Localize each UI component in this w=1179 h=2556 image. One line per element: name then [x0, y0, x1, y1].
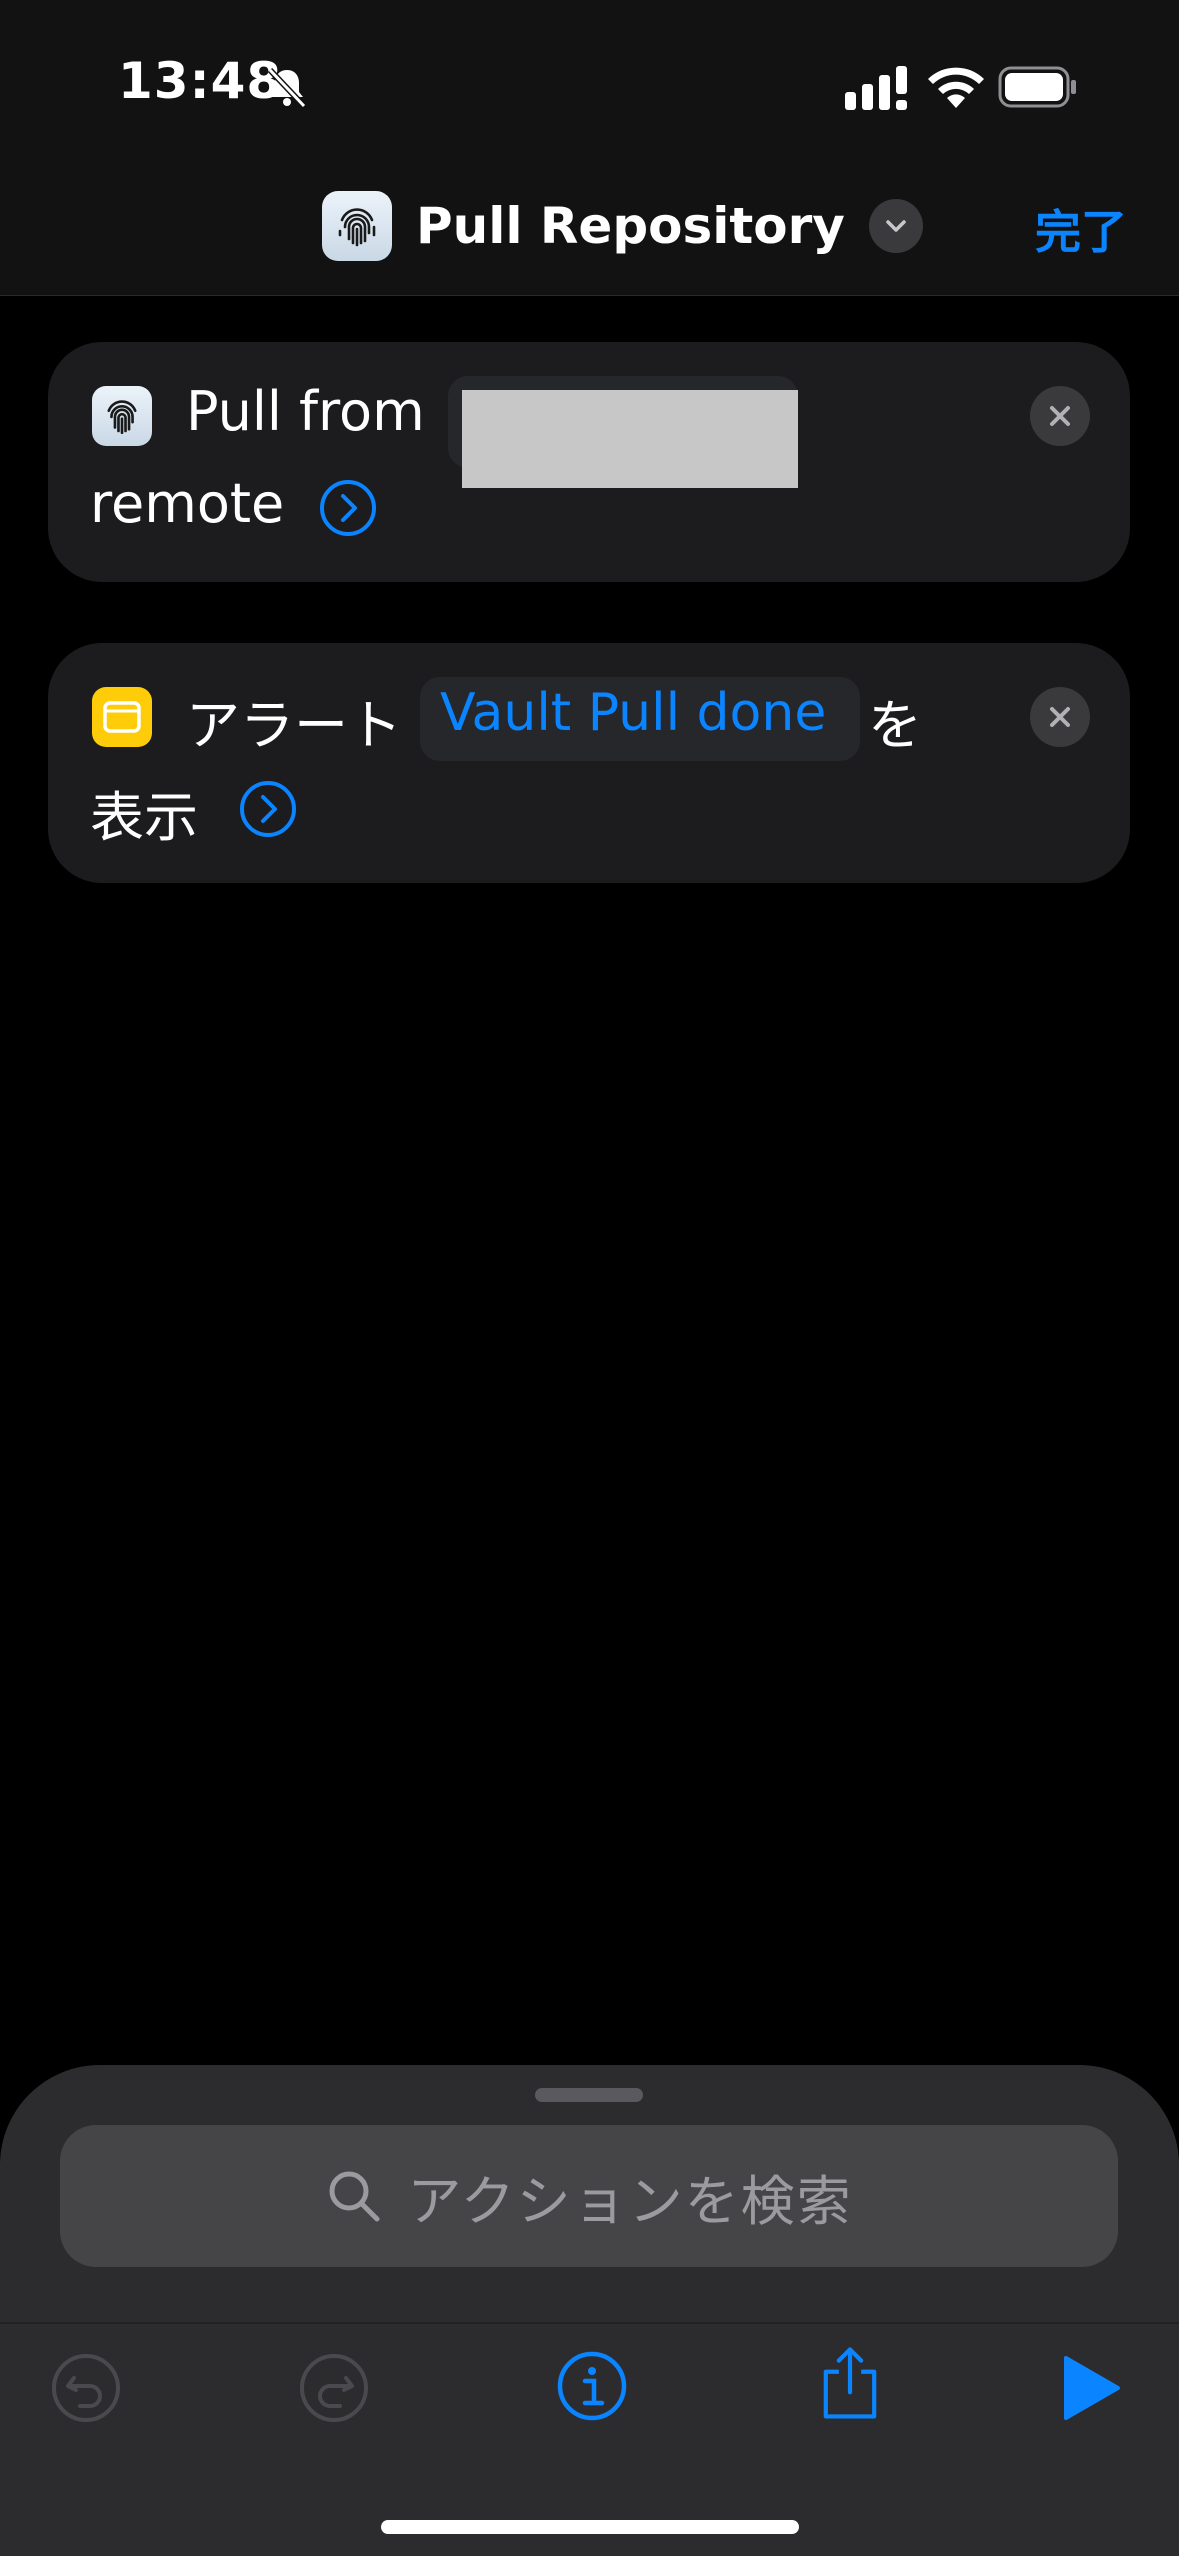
action-label: Pull from [186, 380, 425, 443]
info-icon[interactable] [552, 2346, 632, 2426]
sheet-grabber[interactable] [535, 2088, 643, 2102]
share-icon[interactable] [810, 2342, 890, 2422]
undo-icon[interactable] [46, 2348, 126, 2428]
action-label-suffix: 表示 [90, 786, 198, 849]
remove-action-button[interactable] [1030, 687, 1090, 747]
search-placeholder: アクションを検索 [407, 2169, 853, 2233]
chevron-right-circle-icon[interactable] [318, 478, 378, 538]
play-icon[interactable] [1050, 2348, 1130, 2428]
action-card-alert[interactable]: アラート Vault Pull done を 表示 [48, 643, 1130, 883]
search-input[interactable]: アクションを検索 [60, 2125, 1118, 2267]
action-label: アラート [186, 694, 402, 757]
action-label-suffix: remote [90, 472, 285, 535]
close-icon [1050, 707, 1070, 727]
fingerprint-icon [92, 386, 152, 446]
shortcut-title: Pull Repository [416, 197, 845, 255]
cellular-signal-icon [845, 66, 907, 110]
status-time: 13:48 [118, 52, 283, 110]
battery-icon [998, 66, 1076, 108]
action-card-pull[interactable]: Pull from remote [48, 342, 1130, 582]
search-icon [329, 2171, 380, 2222]
done-button[interactable]: 完了 [1035, 196, 1127, 262]
bell-slash-icon [267, 67, 307, 109]
chevron-right-circle-icon[interactable] [238, 779, 298, 839]
action-label-particle: を [868, 694, 922, 757]
remove-action-button[interactable] [1030, 386, 1090, 446]
alert-message-value: Vault Pull done [440, 683, 827, 743]
shortcut-title-button[interactable]: Pull Repository [322, 190, 923, 262]
alert-window-icon [92, 687, 152, 747]
redacted-value [462, 390, 798, 488]
chevron-down-icon[interactable] [868, 199, 923, 253]
home-indicator [381, 2520, 799, 2534]
close-icon [1050, 406, 1070, 426]
fingerprint-icon [322, 191, 392, 261]
redo-icon[interactable] [294, 2348, 374, 2428]
toolbar-divider [0, 2322, 1179, 2324]
wifi-icon [928, 67, 984, 108]
